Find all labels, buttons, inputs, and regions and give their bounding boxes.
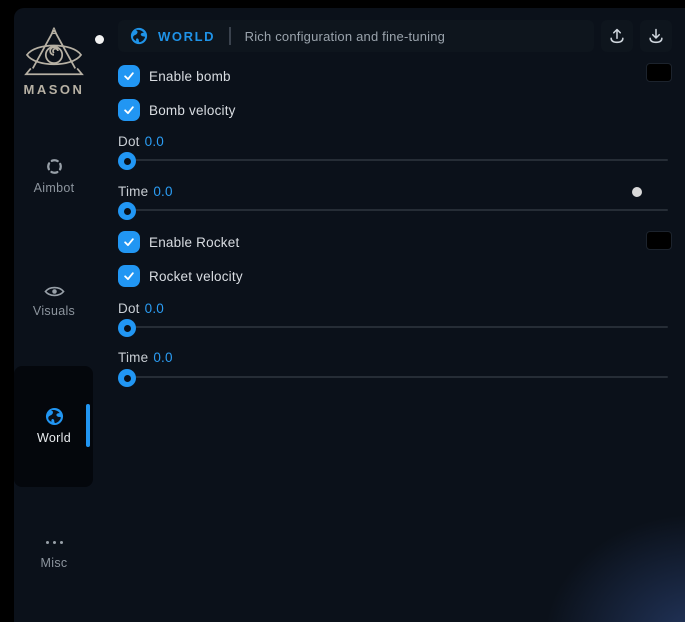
- sidebar-item-label: Visuals: [33, 304, 75, 318]
- slider-label-bomb-time: Time0.0: [118, 184, 173, 199]
- ellipsis-icon: [46, 533, 63, 551]
- sidebar-item-visuals[interactable]: Visuals: [14, 284, 94, 318]
- slider-value: 0.0: [153, 184, 172, 199]
- checkbox-label: Rocket velocity: [149, 269, 243, 284]
- check-icon: [122, 69, 136, 83]
- slider-knob-bomb-dot[interactable]: [118, 152, 136, 170]
- slider-track-rocket-time[interactable]: [120, 376, 668, 378]
- upload-button[interactable]: [601, 20, 633, 52]
- slider-knob-rocket-time[interactable]: [118, 369, 136, 387]
- sidebar: A MASON Aimbot: [14, 8, 106, 622]
- globe-icon: [130, 27, 148, 45]
- checkbox-bomb-velocity[interactable]: [118, 99, 140, 121]
- check-icon: [122, 235, 136, 249]
- slider-label-rocket-time: Time0.0: [118, 350, 173, 365]
- page-subtitle: Rich configuration and fine-tuning: [245, 29, 445, 44]
- slider-knob-rocket-dot[interactable]: [118, 319, 136, 337]
- color-swatch-bomb[interactable]: [646, 63, 672, 82]
- masonic-eye-pyramid-icon: A: [23, 24, 85, 80]
- sidebar-item-misc[interactable]: Misc: [14, 533, 94, 570]
- slider-knob-bomb-time[interactable]: [118, 202, 136, 220]
- sidebar-item-label: World: [37, 431, 71, 445]
- slider-track-bomb-time[interactable]: [120, 209, 668, 211]
- slider-track-bomb-dot[interactable]: [120, 159, 668, 161]
- row-bomb-velocity: Bomb velocity: [118, 99, 236, 121]
- checkbox-enable-bomb[interactable]: [118, 65, 140, 87]
- sidebar-item-label: Aimbot: [34, 181, 75, 195]
- globe-icon: [45, 407, 64, 426]
- cursor-dot: [95, 35, 104, 44]
- crosshair-icon: [45, 157, 64, 176]
- screen: A MASON Aimbot: [0, 0, 685, 622]
- checkbox-enable-rocket[interactable]: [118, 231, 140, 253]
- row-enable-bomb: Enable bomb: [118, 65, 231, 87]
- slider-value: 0.0: [145, 134, 164, 149]
- download-icon: [647, 27, 665, 45]
- eye-icon: [44, 284, 65, 299]
- slider-label-bomb-dot: Dot0.0: [118, 134, 164, 149]
- checkbox-label: Enable bomb: [149, 69, 231, 84]
- download-button[interactable]: [640, 20, 672, 52]
- cursor-dot: [632, 187, 642, 197]
- sidebar-item-label: Misc: [41, 556, 68, 570]
- brand-name: MASON: [14, 82, 94, 97]
- page-title: WORLD: [158, 29, 215, 44]
- slider-track-rocket-dot[interactable]: [120, 326, 668, 328]
- header-divider: [229, 27, 231, 45]
- upload-icon: [608, 27, 626, 45]
- color-swatch-rocket[interactable]: [646, 231, 672, 250]
- checkbox-label: Enable Rocket: [149, 235, 239, 250]
- row-rocket-velocity: Rocket velocity: [118, 265, 243, 287]
- row-enable-rocket: Enable Rocket: [118, 231, 239, 253]
- slider-label-rocket-dot: Dot0.0: [118, 301, 164, 316]
- checkbox-rocket-velocity[interactable]: [118, 265, 140, 287]
- slider-value: 0.0: [153, 350, 172, 365]
- check-icon: [122, 269, 136, 283]
- active-indicator-bar: [86, 404, 90, 447]
- header-bar: WORLD Rich configuration and fine-tuning: [118, 20, 594, 52]
- app-window: A MASON Aimbot: [14, 8, 685, 622]
- check-icon: [122, 103, 136, 117]
- slider-value: 0.0: [145, 301, 164, 316]
- sidebar-item-world[interactable]: World: [14, 407, 94, 445]
- sidebar-item-aimbot[interactable]: Aimbot: [14, 157, 94, 195]
- checkbox-label: Bomb velocity: [149, 103, 236, 118]
